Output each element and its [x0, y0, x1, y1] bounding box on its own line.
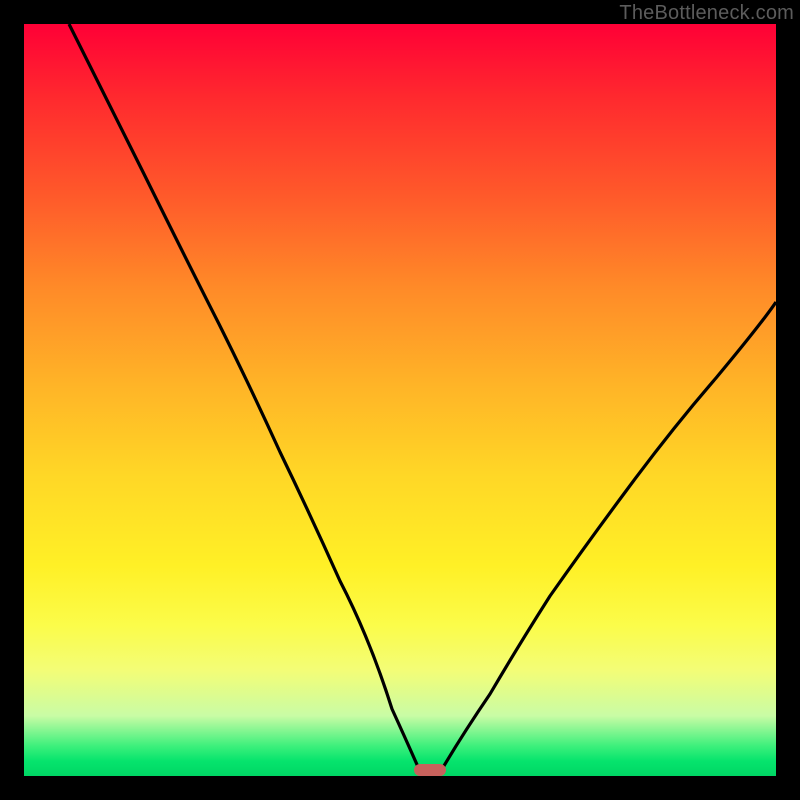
plot-area: [24, 24, 776, 776]
bottleneck-curve: [24, 24, 776, 776]
chart-stage: TheBottleneck.com: [0, 0, 800, 800]
right-curve: [438, 302, 776, 776]
optimal-marker: [414, 764, 446, 776]
watermark-text: TheBottleneck.com: [619, 2, 794, 25]
left-curve: [69, 24, 422, 776]
